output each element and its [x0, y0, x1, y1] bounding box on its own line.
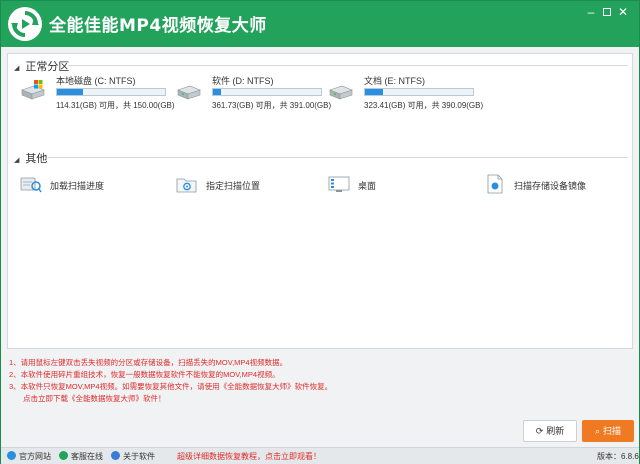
collapse-triangle-icon: ◢	[14, 157, 20, 164]
maximize-icon	[603, 8, 611, 16]
drive-usage-fill	[365, 89, 384, 95]
about-software-link[interactable]: 关于软件	[111, 451, 155, 462]
chat-icon	[59, 451, 68, 460]
note-line: 3、本软件只恢复MOV,MP4视频。如需要恢复其他文件，请使用《全能数据恢复大师…	[9, 382, 333, 391]
other-item-label: 加载扫描进度	[50, 181, 105, 191]
footer-link-label: 客服在线	[71, 452, 103, 461]
drive-name: 软件 (D: NTFS)	[212, 76, 274, 86]
drive-c[interactable]: 本地磁盘 (C: NTFS) 114.31(GB) 可用，共 150.00(GB…	[20, 74, 175, 114]
app-logo-icon	[8, 7, 42, 41]
globe-icon	[7, 451, 16, 460]
others-heading-label: 其他	[25, 153, 48, 165]
collapse-triangle-icon: ◢	[14, 65, 20, 72]
drive-usage-fill	[213, 89, 221, 95]
specify-scan-location[interactable]: 指定扫描位置	[176, 174, 296, 198]
usage-notes: 1、请用鼠标左键双击丢失视频的分区或存储设备，扫描丢失的MOV,MP4视频数据。…	[9, 357, 529, 405]
maximize-button[interactable]	[599, 5, 615, 19]
tutorial-promo-link[interactable]: 超级详细数据恢复教程，点击立即观看！	[177, 451, 321, 462]
desktop[interactable]: 桌面	[328, 174, 428, 198]
note-line: 2、本软件使用碎片重组技术，恢复一般数据恢复软件不能恢复的MOV,MP4视频。	[9, 370, 280, 379]
refresh-label: 刷新	[546, 426, 565, 436]
title-bar[interactable]: 全能佳能MP4视频恢复大师 – ✕	[1, 1, 639, 47]
drive-usage-bar	[56, 88, 166, 96]
refresh-icon: ⟳	[535, 426, 544, 436]
official-website-link[interactable]: 官方网站	[7, 451, 51, 462]
app-title: 全能佳能MP4视频恢复大师	[49, 16, 267, 36]
drive-name: 文档 (E: NTFS)	[364, 76, 425, 86]
minimize-button[interactable]: –	[583, 5, 599, 19]
other-item-label: 指定扫描位置	[206, 181, 261, 191]
drive-name: 本地磁盘 (C: NTFS)	[56, 76, 136, 86]
scan-device-image[interactable]: 扫描存储设备镜像	[484, 174, 614, 198]
drive-size: 361.73(GB) 可用，共 391.00(GB)	[212, 101, 332, 110]
online-support-link[interactable]: 客服在线	[59, 451, 103, 462]
download-link[interactable]: 点击立即下载《全能数据恢复大师》软件！	[9, 393, 529, 405]
hard-drive-icon	[329, 85, 353, 100]
note-line: 1、请用鼠标左键双击丢失视频的分区或存储设备，扫描丢失的MOV,MP4视频数据。	[9, 358, 288, 367]
section-divider	[68, 65, 628, 66]
app-window: 全能佳能MP4视频恢复大师 – ✕ ◢ 正常分区 本地磁盘 (C: NTFS) 1…	[0, 0, 640, 464]
close-button[interactable]: ✕	[615, 5, 631, 19]
info-icon	[111, 451, 120, 460]
load-scan-progress[interactable]: 加载扫描进度	[20, 174, 140, 198]
other-item-label: 扫描存储设备镜像	[514, 181, 587, 191]
drive-size: 323.41(GB) 可用，共 390.09(GB)	[364, 101, 484, 110]
drive-e[interactable]: 文档 (E: NTFS) 323.41(GB) 可用，共 390.09(GB)	[328, 74, 483, 114]
drive-usage-fill	[57, 89, 83, 95]
drive-usage-bar	[364, 88, 474, 96]
scan-location-icon	[176, 178, 197, 193]
version-label: 版本：6.8.6	[597, 452, 639, 461]
drive-usage-bar	[212, 88, 322, 96]
refresh-button[interactable]: ⟳ 刷新	[523, 420, 577, 442]
scan-progress-icon	[20, 177, 42, 193]
partitions-heading[interactable]: ◢ 正常分区	[14, 58, 69, 74]
other-item-label: 桌面	[358, 181, 377, 191]
footer-link-label: 官方网站	[19, 452, 51, 461]
desktop-icon	[328, 176, 350, 192]
system-drive-icon	[21, 80, 45, 100]
drive-d[interactable]: 软件 (D: NTFS) 361.73(GB) 可用，共 391.00(GB)	[176, 74, 331, 114]
status-bar: 官方网站 客服在线 关于软件 超级详细数据恢复教程，点击立即观看！ 版本：6.8…	[1, 447, 639, 464]
device-image-icon	[487, 174, 503, 194]
search-icon: ⌕	[594, 426, 601, 436]
partitions-heading-label: 正常分区	[25, 61, 70, 73]
others-heading[interactable]: ◢ 其他	[14, 150, 47, 166]
main-panel: ◢ 正常分区 本地磁盘 (C: NTFS) 114.31(GB) 可用，共 150…	[7, 53, 633, 349]
footer-link-label: 关于软件	[123, 452, 155, 461]
drive-size: 114.31(GB) 可用，共 150.00(GB)	[56, 101, 175, 110]
section-divider	[48, 157, 628, 158]
scan-button[interactable]: ⌕ 扫描	[582, 420, 634, 442]
hard-drive-icon	[177, 85, 201, 100]
scan-label: 扫描	[603, 426, 622, 436]
